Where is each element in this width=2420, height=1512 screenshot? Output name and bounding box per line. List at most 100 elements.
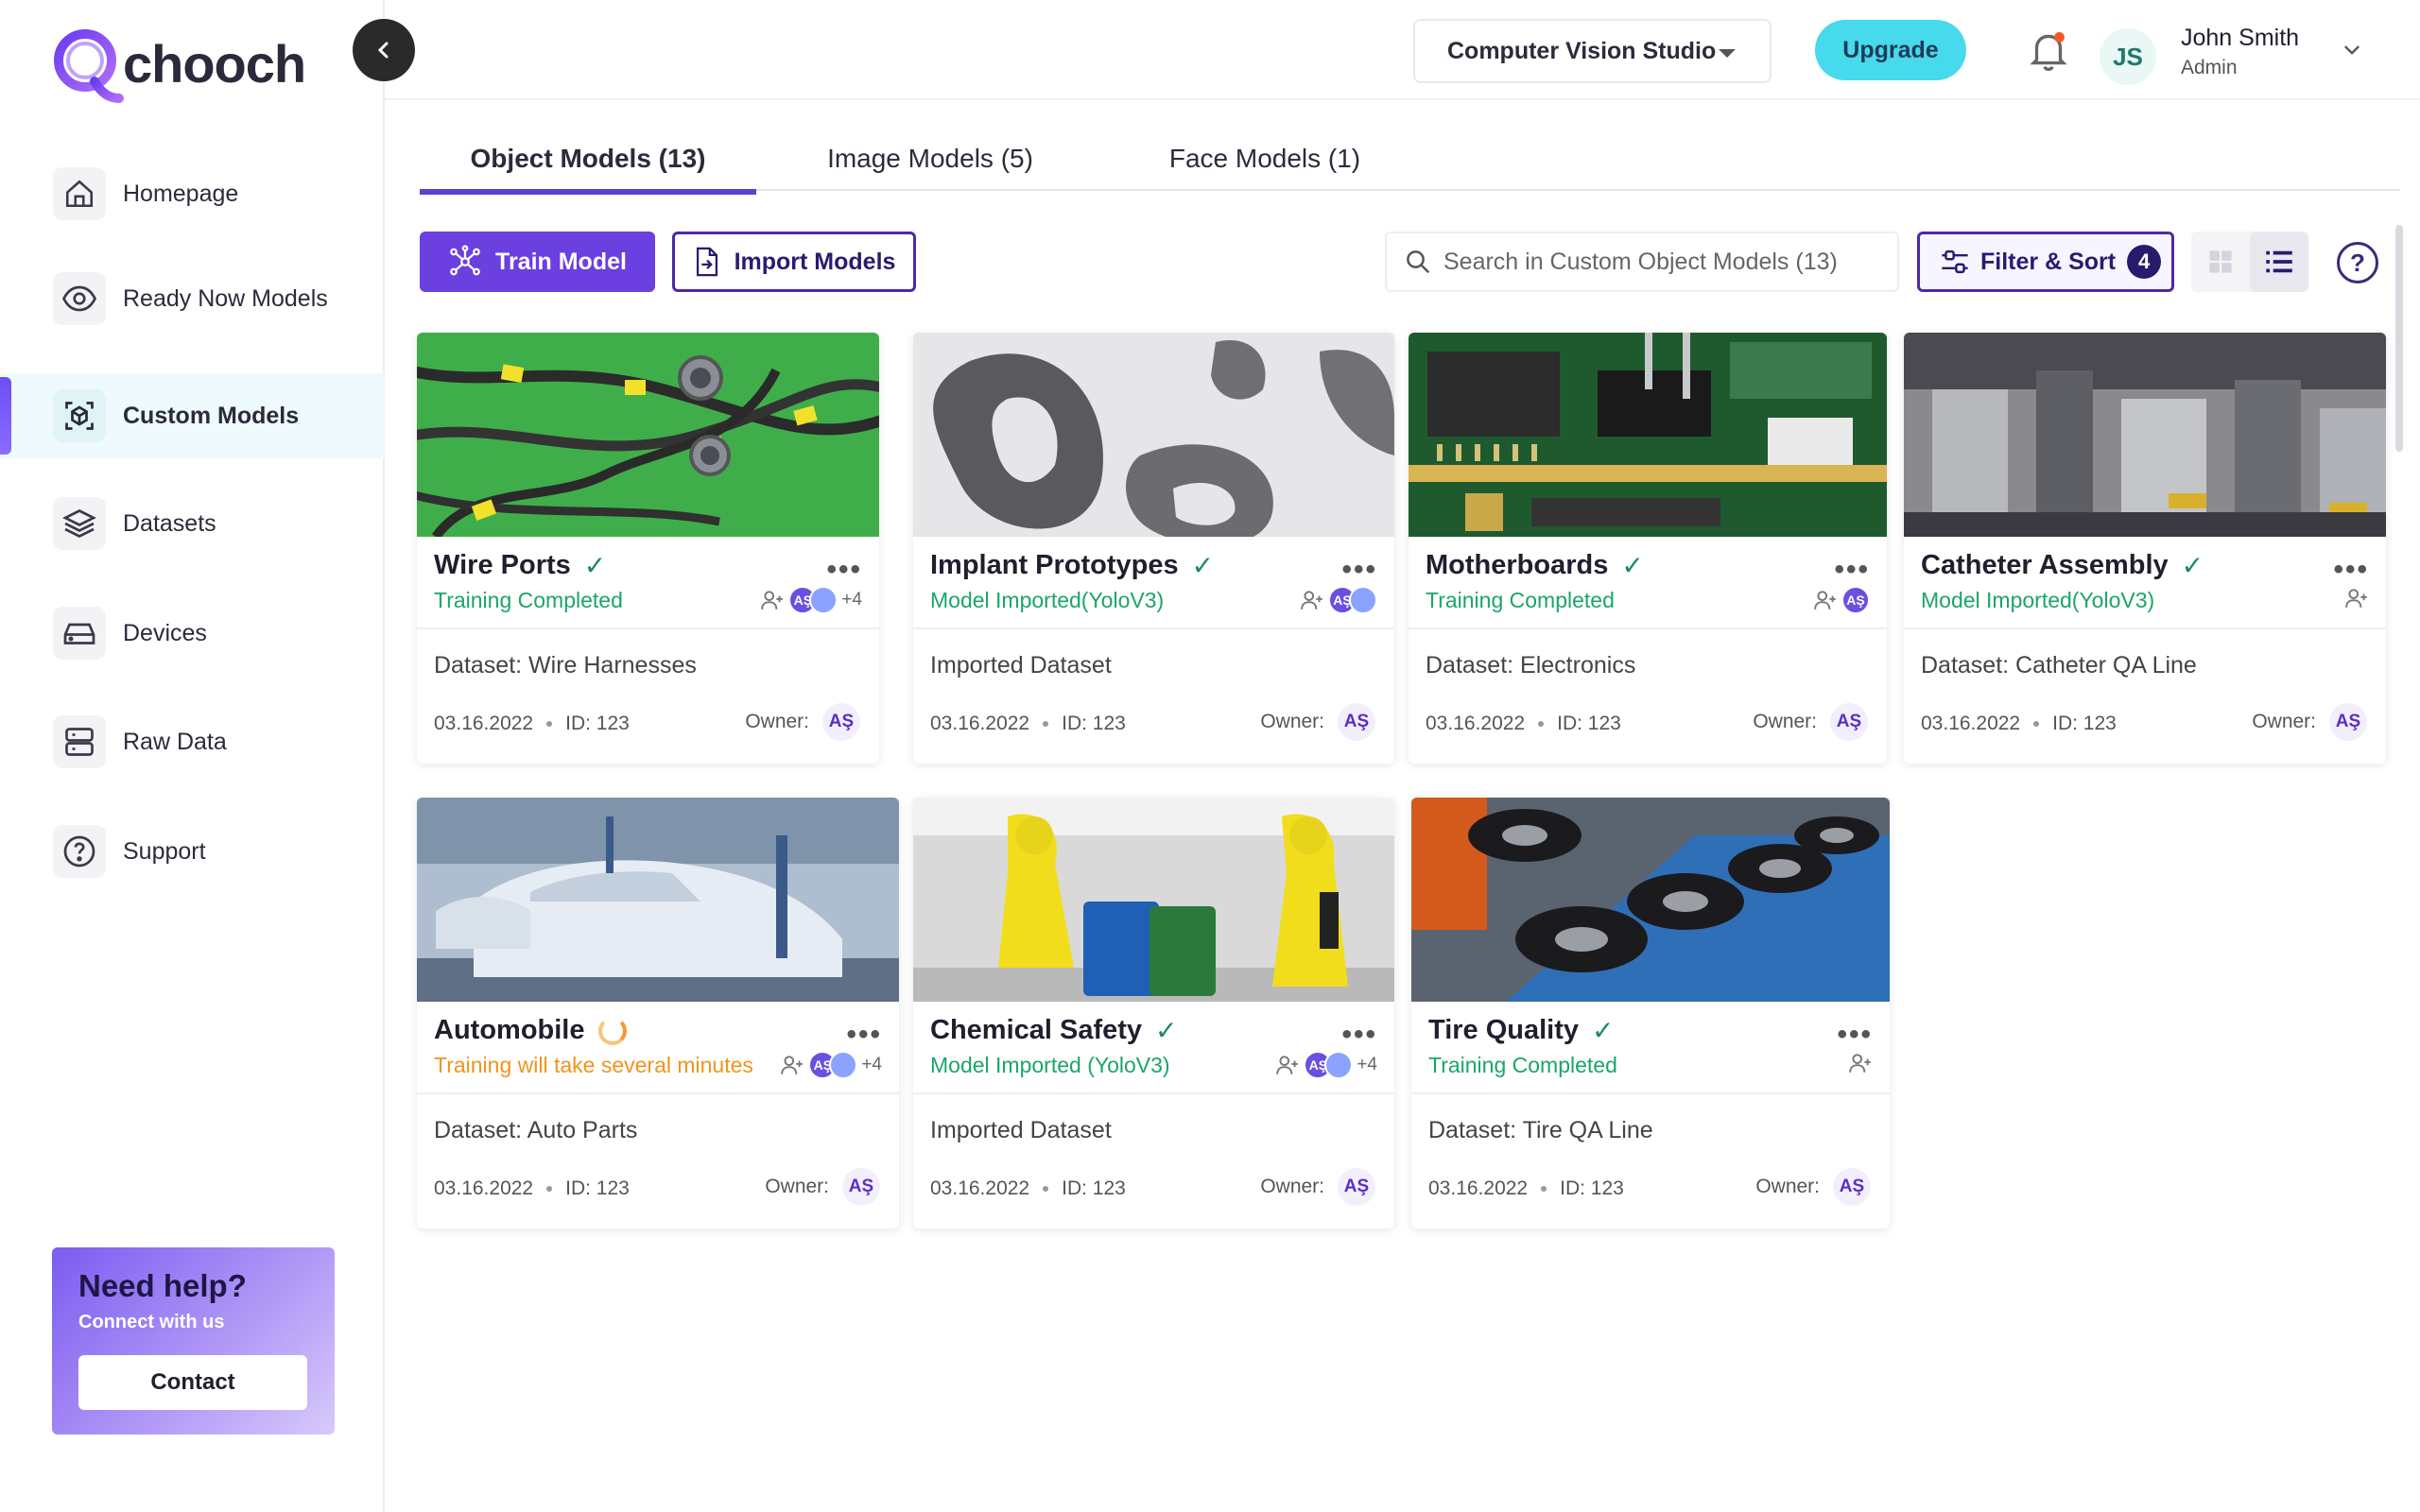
grid-view-button[interactable] bbox=[2191, 232, 2250, 292]
card-title-row: Motherboards ✓ bbox=[1426, 550, 1644, 581]
more-options-icon[interactable]: ••• bbox=[2333, 554, 2369, 586]
chevron-down-icon[interactable] bbox=[2340, 38, 2364, 62]
owner-avatar[interactable]: AŞ bbox=[2329, 703, 2367, 741]
collapse-sidebar-button[interactable] bbox=[353, 19, 415, 81]
sidebar-item-label: Ready Now Models bbox=[123, 284, 328, 312]
card-title-row: Wire Ports ✓ bbox=[434, 550, 606, 581]
owner-avatar[interactable]: AŞ bbox=[842, 1168, 880, 1206]
shared-user-avatar bbox=[1324, 1051, 1354, 1079]
share-group[interactable]: AŞ +4 bbox=[780, 1051, 882, 1079]
share-group[interactable]: AŞ +4 bbox=[760, 586, 862, 614]
owner-avatar[interactable]: AŞ bbox=[822, 703, 860, 741]
sidebar-item-homepage[interactable]: Homepage bbox=[0, 151, 385, 236]
search-input[interactable] bbox=[1443, 248, 1878, 276]
chooch-logo[interactable]: chooch bbox=[49, 23, 306, 104]
card-image bbox=[913, 798, 1394, 1002]
sidebar-item-ready-now-models[interactable]: Ready Now Models bbox=[0, 256, 385, 341]
model-card-chemical-safety[interactable]: Chemical Safety ✓ Model Imported (YoloV3… bbox=[913, 798, 1394, 1228]
model-card-automobile[interactable]: Automobile Training will take several mi… bbox=[417, 798, 899, 1228]
shared-user-avatar: AŞ bbox=[1841, 586, 1870, 614]
more-options-icon[interactable]: ••• bbox=[1341, 1019, 1377, 1051]
sidebar-item-custom-models[interactable]: Custom Models bbox=[0, 373, 385, 458]
model-card-implant-prototypes[interactable]: Implant Prototypes ✓ Model Imported(Yolo… bbox=[913, 333, 1394, 764]
card-owner: Owner: AŞ bbox=[765, 1168, 880, 1206]
more-options-icon[interactable]: ••• bbox=[1341, 554, 1377, 586]
add-user-icon bbox=[781, 1056, 804, 1074]
separator-dot bbox=[1538, 721, 1545, 727]
search-bar bbox=[1385, 232, 1899, 292]
card-status: Training Completed bbox=[434, 588, 623, 612]
more-options-icon[interactable]: ••• bbox=[846, 1019, 882, 1051]
divider bbox=[417, 627, 879, 629]
notification-bell-icon[interactable] bbox=[2025, 26, 2072, 74]
owner-label: Owner: bbox=[1260, 1176, 1324, 1197]
card-meta: 03.16.2022 ID: 123 bbox=[1921, 713, 2117, 735]
card-dataset: Dataset: Wire Harnesses bbox=[434, 652, 697, 679]
owner-avatar[interactable]: AŞ bbox=[1830, 703, 1868, 741]
list-view-button[interactable] bbox=[2250, 232, 2308, 292]
shared-user-avatar bbox=[809, 586, 838, 614]
more-options-icon[interactable]: ••• bbox=[1837, 1019, 1873, 1051]
card-title: Wire Ports bbox=[434, 550, 571, 580]
help-question-icon[interactable]: ? bbox=[2337, 242, 2378, 284]
share-group[interactable]: AŞ +4 bbox=[1275, 1051, 1377, 1079]
tab-face-models[interactable]: Face Models (1) bbox=[1123, 144, 1407, 191]
owner-avatar[interactable]: AŞ bbox=[1338, 703, 1375, 741]
help-title: Need help? bbox=[78, 1268, 247, 1303]
filter-sort-button[interactable]: Filter & Sort 4 bbox=[1917, 232, 2174, 292]
share-group[interactable]: AŞ bbox=[1813, 586, 1870, 614]
user-avatar[interactable]: JS bbox=[2100, 28, 2156, 85]
sidebar-item-label: Custom Models bbox=[123, 402, 300, 429]
scrollbar[interactable] bbox=[2395, 225, 2403, 452]
owner-avatar[interactable]: AŞ bbox=[1833, 1168, 1871, 1206]
sidebar-item-label: Raw Data bbox=[123, 728, 227, 755]
check-icon: ✓ bbox=[1191, 551, 1215, 580]
owner-avatar[interactable]: AŞ bbox=[1338, 1168, 1375, 1206]
sidebar-item-support[interactable]: Support bbox=[0, 809, 385, 894]
more-options-icon[interactable]: ••• bbox=[826, 554, 862, 586]
cube-icon bbox=[53, 389, 106, 442]
studio-selector-label: Computer Vision Studio bbox=[1447, 37, 1717, 64]
card-image bbox=[1409, 333, 1887, 537]
sidebar-item-devices[interactable]: Devices bbox=[0, 591, 385, 676]
card-id: ID: 123 bbox=[565, 713, 630, 734]
top-header: Computer Vision Studio Upgrade JS John S… bbox=[385, 0, 2420, 100]
train-model-button[interactable]: Train Model bbox=[420, 232, 655, 292]
model-card-tire-quality[interactable]: Tire Quality ✓ Training Completed ••• Da… bbox=[1411, 798, 1890, 1228]
card-title-row: Automobile bbox=[434, 1015, 627, 1046]
add-user-icon bbox=[1849, 1054, 1871, 1073]
import-models-button[interactable]: Import Models bbox=[672, 232, 916, 292]
model-card-wire-ports[interactable]: Wire Ports ✓ Training Completed ••• AŞ +… bbox=[417, 333, 879, 764]
owner-label: Owner: bbox=[765, 1176, 829, 1197]
sidebar-item-raw-data[interactable]: Raw Data bbox=[0, 699, 385, 784]
grid-icon bbox=[2209, 250, 2232, 273]
share-group[interactable] bbox=[2344, 586, 2369, 610]
divider bbox=[1411, 1092, 1890, 1094]
card-title-row: Implant Prototypes ✓ bbox=[930, 550, 1214, 581]
share-group[interactable] bbox=[1848, 1051, 1873, 1075]
card-title: Chemical Safety bbox=[930, 1015, 1143, 1045]
upgrade-button[interactable]: Upgrade bbox=[1815, 20, 1966, 80]
user-role: Admin bbox=[2181, 57, 2238, 78]
tab-object-models[interactable]: Object Models (13) bbox=[420, 144, 756, 195]
sidebar-item-label: Datasets bbox=[123, 509, 216, 537]
model-card-motherboards[interactable]: Motherboards ✓ Training Completed ••• AŞ… bbox=[1409, 333, 1887, 764]
card-meta: 03.16.2022 ID: 123 bbox=[434, 1177, 630, 1200]
layers-icon bbox=[53, 497, 106, 550]
sidebar-item-label: Devices bbox=[123, 619, 207, 646]
divider bbox=[913, 627, 1394, 629]
import-file-icon bbox=[696, 247, 717, 277]
card-id: ID: 123 bbox=[1062, 713, 1126, 734]
filter-sort-label: Filter & Sort bbox=[1980, 248, 2117, 275]
tab-image-models[interactable]: Image Models (5) bbox=[788, 144, 1072, 191]
share-group[interactable]: AŞ bbox=[1300, 586, 1377, 614]
contact-button[interactable]: Contact bbox=[78, 1355, 307, 1410]
divider bbox=[417, 1092, 899, 1094]
sliders-icon bbox=[1942, 249, 1968, 274]
model-tabs: Object Models (13) Image Models (5) Face… bbox=[420, 132, 2400, 195]
studio-selector[interactable]: Computer Vision Studio bbox=[1413, 19, 1772, 83]
sidebar-item-datasets[interactable]: Datasets bbox=[0, 481, 385, 566]
model-card-catheter-assembly[interactable]: Catheter Assembly ✓ Model Imported(YoloV… bbox=[1904, 333, 2386, 764]
more-options-icon[interactable]: ••• bbox=[1834, 554, 1870, 586]
divider bbox=[1409, 627, 1887, 629]
